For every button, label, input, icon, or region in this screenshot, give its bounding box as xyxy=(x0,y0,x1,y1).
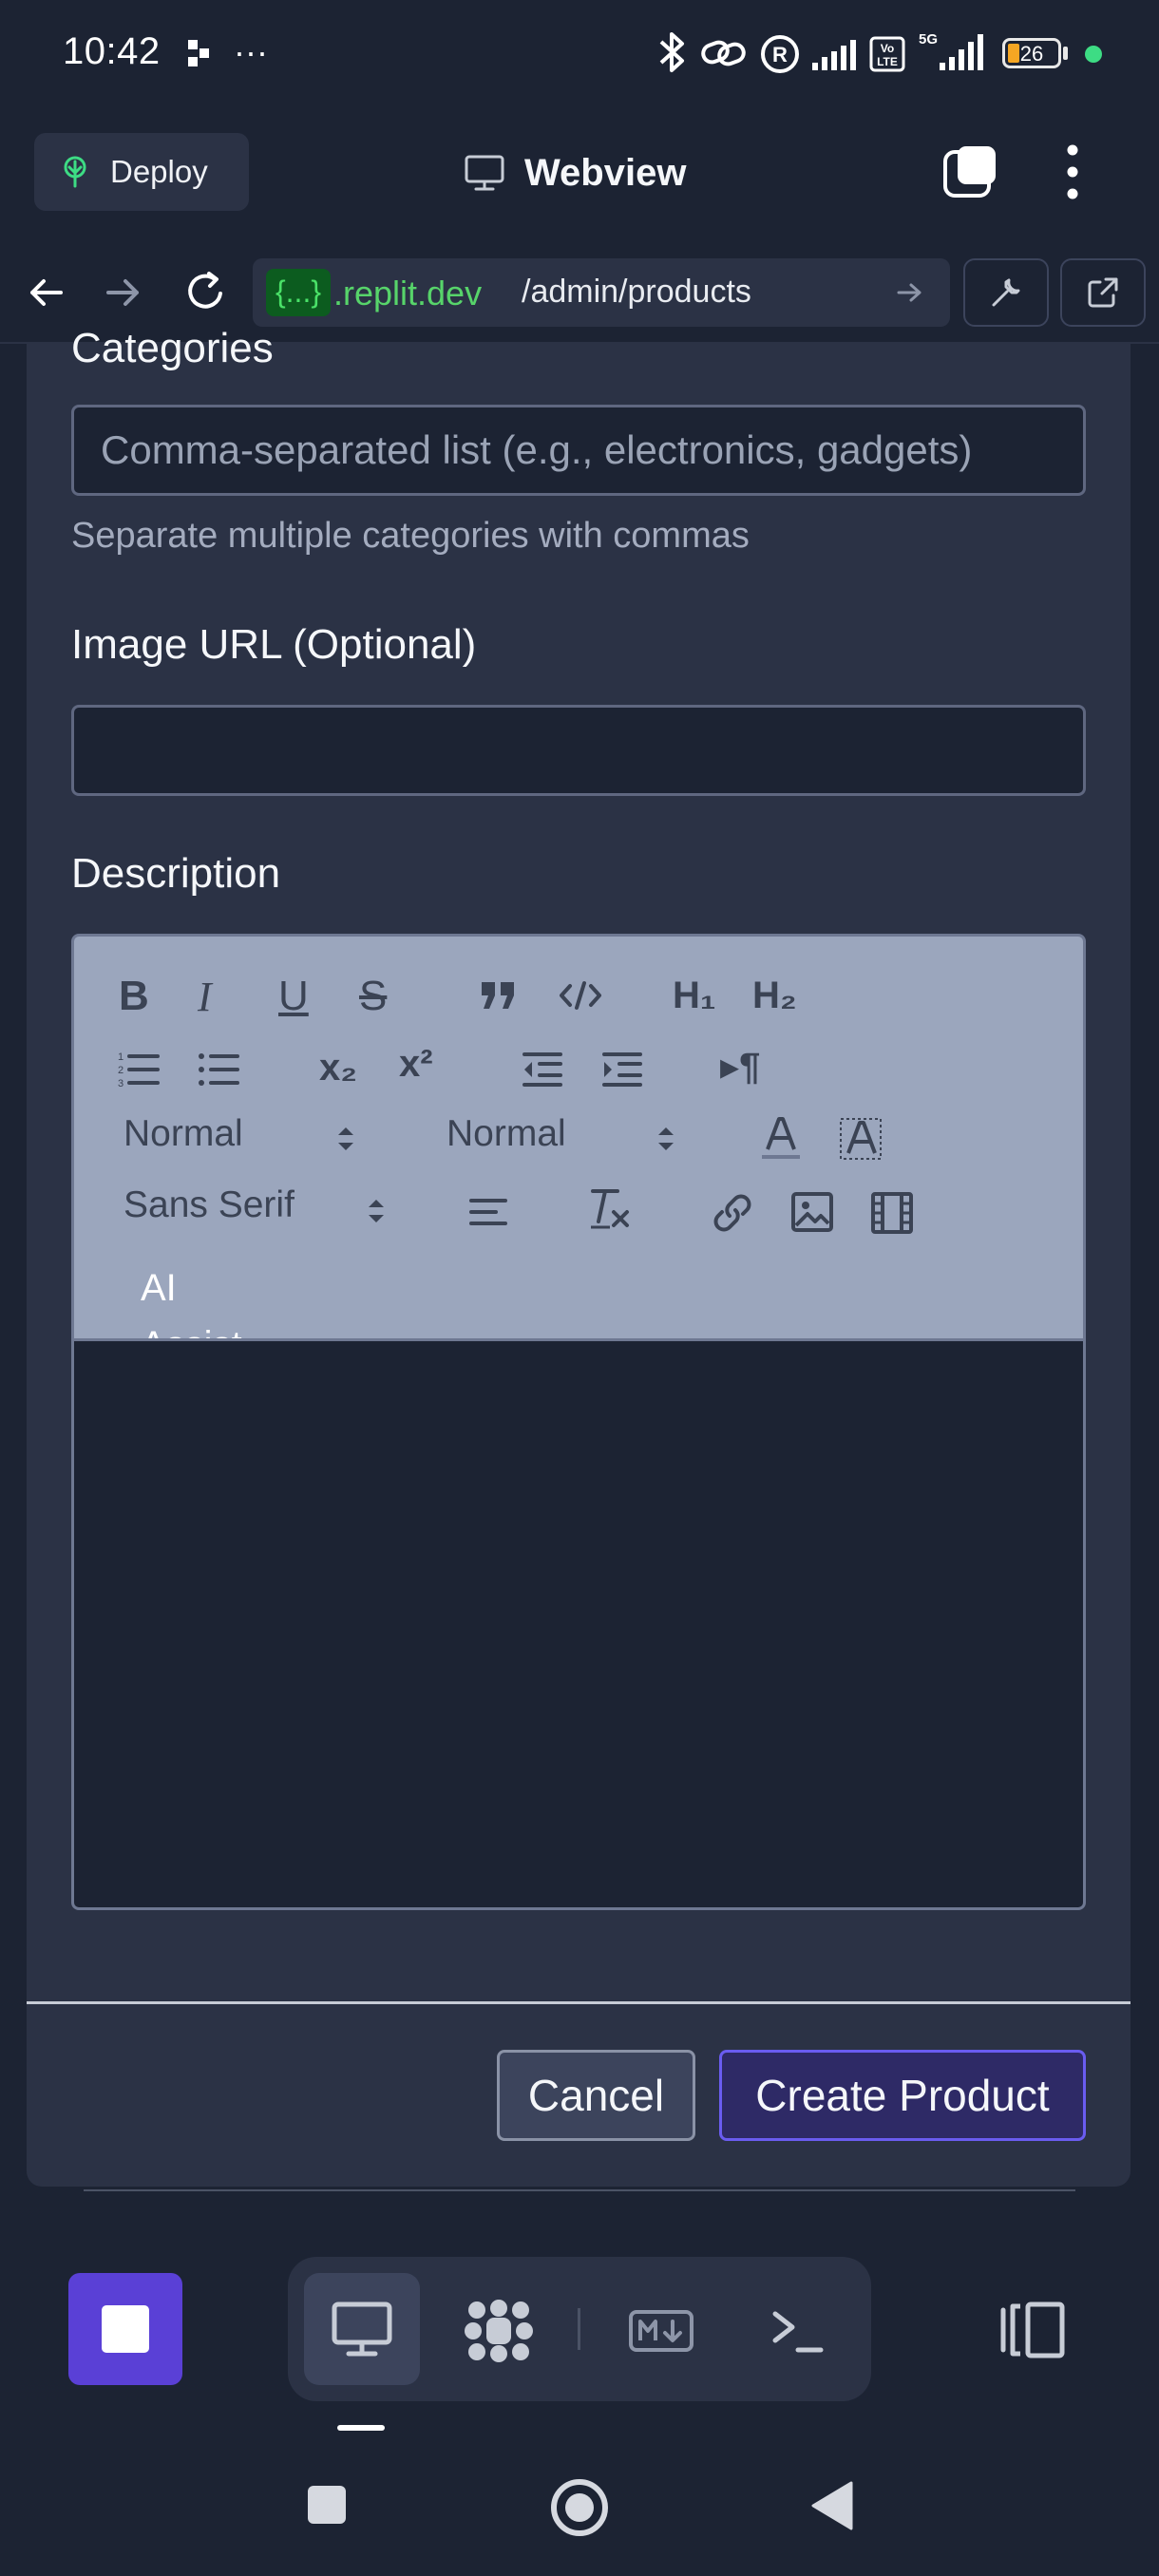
webview-tab-title: Webview xyxy=(464,144,686,201)
italic-button[interactable]: I xyxy=(198,973,212,1021)
cancel-button[interactable]: Cancel xyxy=(497,2050,695,2141)
tabs-icon[interactable] xyxy=(940,142,999,201)
deploy-label: Deploy xyxy=(110,154,208,189)
signal-icon xyxy=(810,38,858,72)
description-editor[interactable] xyxy=(71,1338,1086,1910)
categories-label: Categories xyxy=(71,325,274,371)
categories-help-text: Separate multiple categories with commas xyxy=(71,516,750,556)
reload-icon[interactable] xyxy=(182,268,228,315)
bluetooth-icon xyxy=(656,30,688,74)
go-arrow-icon[interactable] xyxy=(895,275,925,310)
editor-toolbar: B I U S H₁ H₂ 1 2 3 x₂ x² ▸¶ Normal Normal… xyxy=(71,934,1086,1338)
battery-icon: 26 xyxy=(1002,38,1061,68)
notification-icon xyxy=(188,40,211,66)
h1-button[interactable]: H₁ xyxy=(673,975,715,1017)
superscript-button[interactable]: x² xyxy=(399,1043,433,1086)
network-label: 5G xyxy=(919,31,938,47)
deploy-icon xyxy=(61,156,89,188)
dock-separator xyxy=(578,2308,580,2350)
devtools-button[interactable] xyxy=(963,258,1049,327)
strike-button[interactable]: S xyxy=(359,973,387,1020)
svg-text:Vo: Vo xyxy=(881,42,894,55)
battery-level: 26 xyxy=(1019,42,1044,66)
video-icon[interactable] xyxy=(870,1191,914,1235)
status-overflow: ··· xyxy=(234,32,268,71)
size-select[interactable]: Normal xyxy=(124,1113,243,1155)
description-label: Description xyxy=(71,850,281,897)
text-color-icon[interactable] xyxy=(760,1115,802,1163)
svg-text:3: 3 xyxy=(118,1078,124,1089)
ordered-list-icon[interactable]: 1 2 3 xyxy=(118,1049,162,1090)
font-select[interactable]: Sans Serif xyxy=(124,1184,294,1226)
categories-input[interactable] xyxy=(71,405,1086,496)
ai-assist-button[interactable]: AI Assist xyxy=(141,1260,255,1338)
underline-button[interactable]: U xyxy=(278,973,309,1020)
webview-tool-button[interactable] xyxy=(304,2273,420,2385)
bold-button[interactable]: B xyxy=(119,973,149,1020)
size-select-chevron-icon xyxy=(335,1123,356,1155)
image-icon[interactable] xyxy=(790,1191,834,1233)
subscript-button[interactable]: x₂ xyxy=(319,1047,357,1089)
stop-button[interactable] xyxy=(68,2273,182,2385)
image-url-input[interactable] xyxy=(71,705,1086,796)
volte-icon: Vo LTE xyxy=(869,36,905,72)
agent-tool-button[interactable] xyxy=(464,2297,534,2365)
rtl-button[interactable]: ▸¶ xyxy=(720,1045,760,1089)
open-external-button[interactable] xyxy=(1060,258,1146,327)
clear-format-icon[interactable] xyxy=(587,1185,631,1233)
outdent-icon[interactable] xyxy=(521,1051,564,1089)
svg-text:R: R xyxy=(772,43,788,66)
card-bottom-edge xyxy=(84,2189,1075,2191)
image-url-label: Image URL (Optional) xyxy=(71,621,477,668)
h2-button[interactable]: H₂ xyxy=(752,975,797,1017)
indent-icon[interactable] xyxy=(600,1051,644,1089)
recents-icon[interactable] xyxy=(307,2485,347,2525)
status-time: 10:42 xyxy=(63,30,161,72)
external-link-icon xyxy=(1085,275,1121,311)
active-tab-indicator xyxy=(337,2425,385,2431)
background-color-icon[interactable] xyxy=(839,1117,883,1161)
header-select-chevron-icon xyxy=(656,1123,676,1155)
stop-icon xyxy=(102,2305,149,2353)
link-icon[interactable] xyxy=(711,1191,754,1235)
code-icon[interactable] xyxy=(559,980,602,1011)
blockquote-icon[interactable] xyxy=(478,978,520,1013)
link-icon xyxy=(700,36,748,70)
shell-tool-button[interactable] xyxy=(770,2304,825,2358)
forward-icon[interactable] xyxy=(103,270,144,315)
monitor-icon xyxy=(464,154,505,192)
signal-5g-icon: 5G xyxy=(917,30,985,72)
url-path: /admin/products xyxy=(522,274,751,310)
page-title: Webview xyxy=(524,151,687,194)
home-icon[interactable] xyxy=(549,2477,610,2538)
monitor-icon xyxy=(331,2301,393,2358)
markdown-tool-button[interactable] xyxy=(629,2310,694,2352)
svg-text:2: 2 xyxy=(118,1065,124,1076)
wrench-icon xyxy=(988,275,1024,311)
registered-icon: R xyxy=(760,34,800,74)
header-select[interactable]: Normal xyxy=(446,1113,566,1155)
footer-divider xyxy=(27,2001,1130,2004)
panel-toggle-icon[interactable] xyxy=(998,2299,1068,2361)
battery-cap xyxy=(1063,47,1068,60)
status-bar xyxy=(0,0,1159,106)
back-nav-icon[interactable] xyxy=(809,2479,855,2532)
svg-text:LTE: LTE xyxy=(877,55,898,68)
active-dot xyxy=(1085,46,1102,63)
bullet-list-icon[interactable] xyxy=(198,1049,241,1090)
align-icon[interactable] xyxy=(467,1195,511,1233)
svg-text:1: 1 xyxy=(118,1051,124,1063)
back-icon[interactable] xyxy=(25,270,66,315)
url-token: {...} xyxy=(266,269,331,316)
deploy-button[interactable]: Deploy xyxy=(34,133,249,211)
url-domain: .replit.dev xyxy=(333,274,483,313)
more-menu-icon[interactable] xyxy=(1056,142,1089,201)
create-product-button[interactable]: Create Product xyxy=(719,2050,1086,2141)
font-select-chevron-icon xyxy=(366,1195,387,1227)
